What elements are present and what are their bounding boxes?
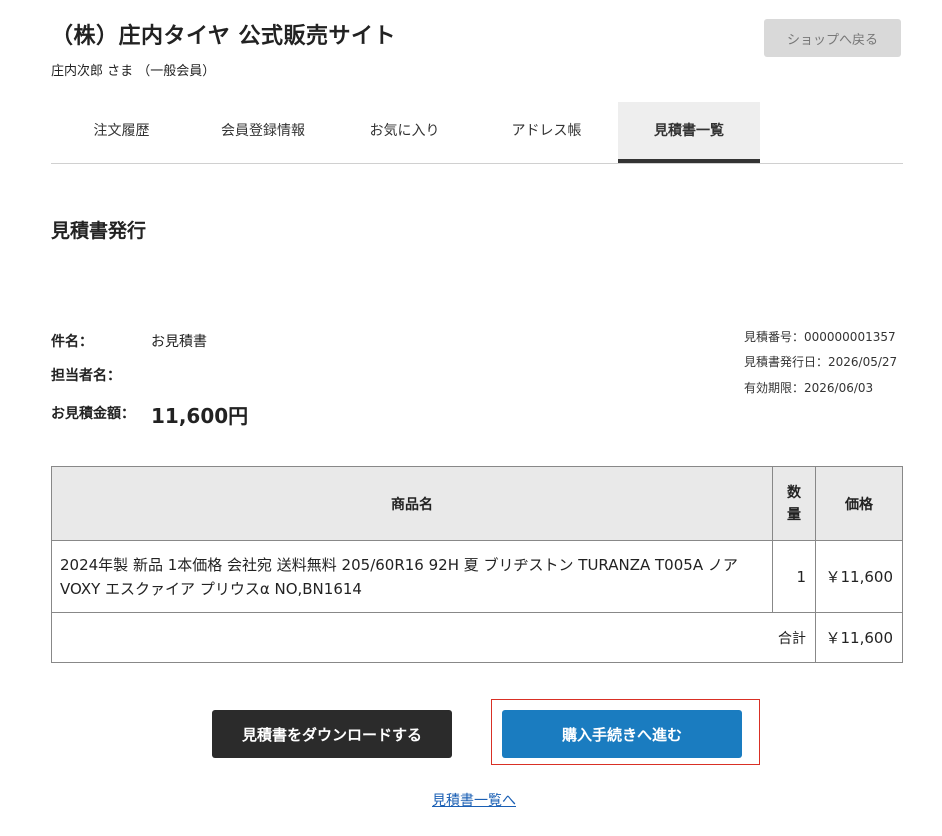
table-header-row: 商品名 数 量 価格: [51, 466, 903, 541]
download-quote-button[interactable]: 見積書をダウンロードする: [212, 710, 452, 758]
shop-title: （株）庄内タイヤ 公式販売サイト: [51, 24, 397, 49]
tab-address-book[interactable]: アドレス帳: [475, 102, 618, 160]
back-to-shop-button[interactable]: ショップへ戻る: [764, 19, 901, 57]
quote-number: 見積番号：000000001357: [744, 330, 896, 344]
total-row: 合計 ￥11,600: [51, 612, 903, 663]
column-header-price: 価格: [815, 466, 903, 541]
table-row: 2024年製 新品 1本価格 会社宛 送料無料 205/60R16 92H 夏 …: [51, 540, 903, 613]
quote-issue-date: 見積書発行日：2026/05/27: [744, 355, 898, 369]
column-header-product: 商品名: [51, 466, 773, 541]
subject-label: 件名：: [51, 334, 93, 350]
quote-expiry: 有効期限：2026/06/03: [744, 381, 874, 395]
quote-amount-value: 11,600円: [151, 404, 249, 428]
person-in-charge-label: 担当者名：: [51, 368, 121, 384]
user-greeting: 庄内次郎 さま （一般会員）: [51, 64, 216, 79]
quantity-header-line2: 量: [787, 506, 801, 523]
product-name-cell: 2024年製 新品 1本価格 会社宛 送料無料 205/60R16 92H 夏 …: [51, 540, 773, 613]
column-header-quantity: 数 量: [772, 466, 816, 541]
total-label: 合計: [51, 612, 816, 663]
proceed-to-purchase-button[interactable]: 購入手続きへ進む: [502, 710, 742, 758]
price-cell: ￥11,600: [815, 540, 903, 613]
account-tabs: 注文履歴 会員登録情報 お気に入り アドレス帳 見積書一覧: [51, 102, 903, 164]
tab-favorites[interactable]: お気に入り: [334, 102, 475, 160]
tab-order-history[interactable]: 注文履歴: [51, 102, 192, 160]
quantity-header-line1: 数: [787, 484, 801, 501]
quote-items-table: 商品名 数 量 価格 2024年製 新品 1本価格 会社宛 送料無料 205/6…: [51, 466, 903, 663]
total-value: ￥11,600: [815, 612, 903, 663]
subject-value: お見積書: [151, 334, 207, 350]
quote-amount-label: お見積金額：: [51, 406, 135, 422]
quantity-cell: 1: [772, 540, 816, 613]
tab-quote-list[interactable]: 見積書一覧: [618, 102, 760, 163]
back-to-quote-list-link[interactable]: 見積書一覧へ: [432, 790, 516, 810]
tab-member-info[interactable]: 会員登録情報: [192, 102, 334, 160]
section-title: 見積書発行: [51, 220, 147, 242]
